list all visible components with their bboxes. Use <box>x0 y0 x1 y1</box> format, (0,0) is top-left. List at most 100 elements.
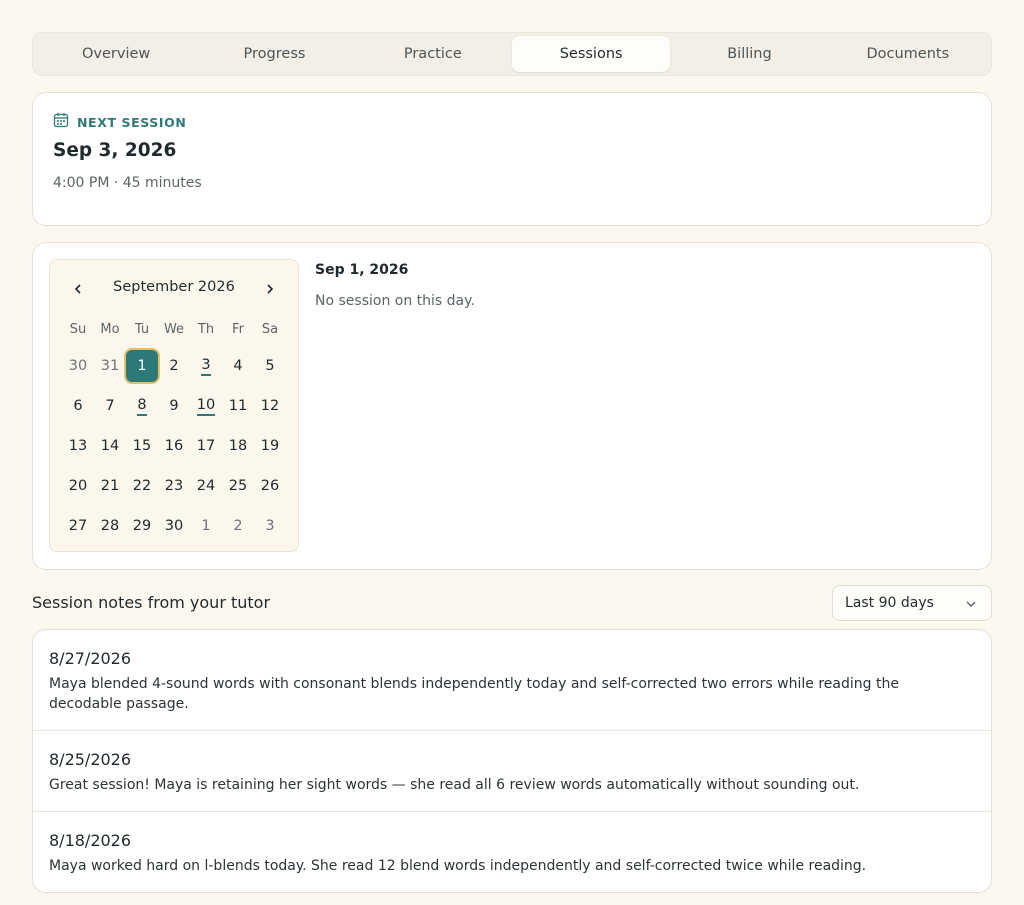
calendar-day-number: 6 <box>73 398 83 414</box>
calendar: September 2026 Su Mo Tu We Th Fr Sa 30 31 1 2 3 4 5 6… <box>49 259 299 552</box>
calendar-day[interactable]: 26 <box>254 466 286 506</box>
calendar-day-number: 2 <box>169 358 179 374</box>
calendar-day[interactable]: 25 <box>222 466 254 506</box>
calendar-day[interactable]: 18 <box>222 426 254 466</box>
calendar-day[interactable]: 1 <box>190 506 222 546</box>
calendar-day[interactable]: 19 <box>254 426 286 466</box>
weekday-label: Tu <box>134 322 150 337</box>
list-item: 8/27/2026 Maya blended 4-sound words with… <box>33 630 991 731</box>
next-session-header: NEXT SESSION <box>53 112 186 132</box>
note-date: 8/27/2026 <box>49 649 132 668</box>
note-text: Maya blended 4-sound words with consonan… <box>49 676 899 712</box>
calendar-day[interactable]: 21 <box>94 466 126 506</box>
chevron-down-icon <box>966 601 976 607</box>
weekday-header: Su Mo Tu We Th Fr Sa <box>62 322 286 337</box>
calendar-day[interactable]: 11 <box>222 386 254 426</box>
calendar-day-number: 24 <box>196 478 216 494</box>
no-session-message: No session on this day. <box>315 293 475 309</box>
tab-bar: Overview Progress Practice Sessions Billing D… <box>32 32 992 76</box>
calendar-day[interactable]: 9 <box>158 386 190 426</box>
note-text: Great session! Maya is retaining her sig… <box>49 777 860 793</box>
calendar-day-selected[interactable]: 1 <box>126 346 158 386</box>
selected-date: Sep 1, 2026 <box>315 262 409 278</box>
calendar-day-number: 31 <box>100 358 120 374</box>
calendar-day-session[interactable]: 8 <box>126 386 158 426</box>
calendar-day-number: 26 <box>260 478 280 494</box>
calendar-day-number: 22 <box>132 478 152 494</box>
calendar-day[interactable]: 4 <box>222 346 254 386</box>
weekday-label: Fr <box>232 322 244 337</box>
calendar-day-number: 14 <box>100 438 120 454</box>
calendar-day-number: 28 <box>100 518 120 534</box>
calendar-day[interactable]: 14 <box>94 426 126 466</box>
calendar-day[interactable]: 12 <box>254 386 286 426</box>
calendar-day[interactable]: 3 <box>254 506 286 546</box>
calendar-day-number: 30 <box>164 518 184 534</box>
tab-sessions[interactable]: Sessions <box>511 36 671 72</box>
calendar-day-number: 13 <box>68 438 88 454</box>
tab-documents[interactable]: Documents <box>829 36 987 72</box>
tab-progress[interactable]: Progress <box>195 36 353 72</box>
calendar-day[interactable]: 28 <box>94 506 126 546</box>
calendar-day-number: 11 <box>228 398 248 414</box>
calendar-day[interactable]: 31 <box>94 346 126 386</box>
calendar-day-number: 27 <box>68 518 88 534</box>
calendar-day[interactable]: 2 <box>158 346 190 386</box>
calendar-day-number: 3 <box>201 357 211 376</box>
chevron-right-icon <box>267 284 274 294</box>
list-item: 8/25/2026 Great session! Maya is retainin… <box>33 731 991 812</box>
calendar-day[interactable]: 30 <box>158 506 190 546</box>
calendar-day[interactable]: 30 <box>62 346 94 386</box>
calendar-day-number: 29 <box>132 518 152 534</box>
tab-overview[interactable]: Overview <box>37 36 195 72</box>
calendar-card: September 2026 Su Mo Tu We Th Fr Sa 30 31 1 2 3 4 5 6… <box>32 242 992 570</box>
calendar-day-number: 19 <box>260 438 280 454</box>
calendar-day[interactable]: 16 <box>158 426 190 466</box>
calendar-day-session[interactable]: 10 <box>190 386 222 426</box>
calendar-day[interactable]: 24 <box>190 466 222 506</box>
calendar-day[interactable]: 22 <box>126 466 158 506</box>
weekday-label: Th <box>197 322 215 337</box>
notes-range-select[interactable]: Last 90 days <box>832 585 992 621</box>
calendar-day[interactable]: 2 <box>222 506 254 546</box>
calendar-day-number: 10 <box>196 397 216 416</box>
calendar-day-session[interactable]: 3 <box>190 346 222 386</box>
notes-range-value: Last 90 days <box>845 595 934 611</box>
calendar-day[interactable]: 5 <box>254 346 286 386</box>
next-session-date: Sep 3, 2026 <box>53 140 177 161</box>
tab-billing[interactable]: Billing <box>670 36 828 72</box>
calendar-day-number: 23 <box>164 478 184 494</box>
tab-practice[interactable]: Practice <box>354 36 512 72</box>
calendar-day-number: 4 <box>233 358 243 374</box>
calendar-day[interactable]: 15 <box>126 426 158 466</box>
calendar-day-number: 20 <box>68 478 88 494</box>
calendar-day-number: 15 <box>132 438 152 454</box>
calendar-day[interactable]: 27 <box>62 506 94 546</box>
calendar-day-number: 12 <box>260 398 280 414</box>
calendar-day[interactable]: 13 <box>62 426 94 466</box>
calendar-day[interactable]: 23 <box>158 466 190 506</box>
calendar-day[interactable]: 7 <box>94 386 126 426</box>
next-month-button[interactable] <box>258 277 282 301</box>
calendar-day[interactable]: 17 <box>190 426 222 466</box>
next-session-time: 4:00 PM · 45 minutes <box>53 175 202 191</box>
calendar-day[interactable]: 6 <box>62 386 94 426</box>
calendar-day-number: 9 <box>169 398 179 414</box>
calendar-day-number: 25 <box>228 478 248 494</box>
note-text: Maya worked hard on l-blends today. She … <box>49 858 867 874</box>
calendar-day-number: 7 <box>105 398 115 414</box>
calendar-day-number: 8 <box>137 397 147 416</box>
calendar-icon <box>53 112 69 132</box>
calendar-day-number: 16 <box>164 438 184 454</box>
calendar-day-number: 5 <box>265 358 275 374</box>
weekday-label: Mo <box>100 322 120 337</box>
calendar-day[interactable]: 20 <box>62 466 94 506</box>
calendar-day-number: 18 <box>228 438 248 454</box>
calendar-day-number: 2 <box>233 518 243 534</box>
calendar-day-number: 17 <box>196 438 216 454</box>
calendar-day[interactable]: 29 <box>126 506 158 546</box>
calendar-day-number: 3 <box>265 518 275 534</box>
session-notes-list: 8/27/2026 Maya blended 4-sound words with… <box>32 629 992 893</box>
calendar-grid: 30 31 1 2 3 4 5 6 7 8 9 10 11 12 13 14 15 16 17 18 19 20 21 22 2… <box>62 346 286 546</box>
session-notes-title: Session notes from your tutor <box>32 593 271 612</box>
